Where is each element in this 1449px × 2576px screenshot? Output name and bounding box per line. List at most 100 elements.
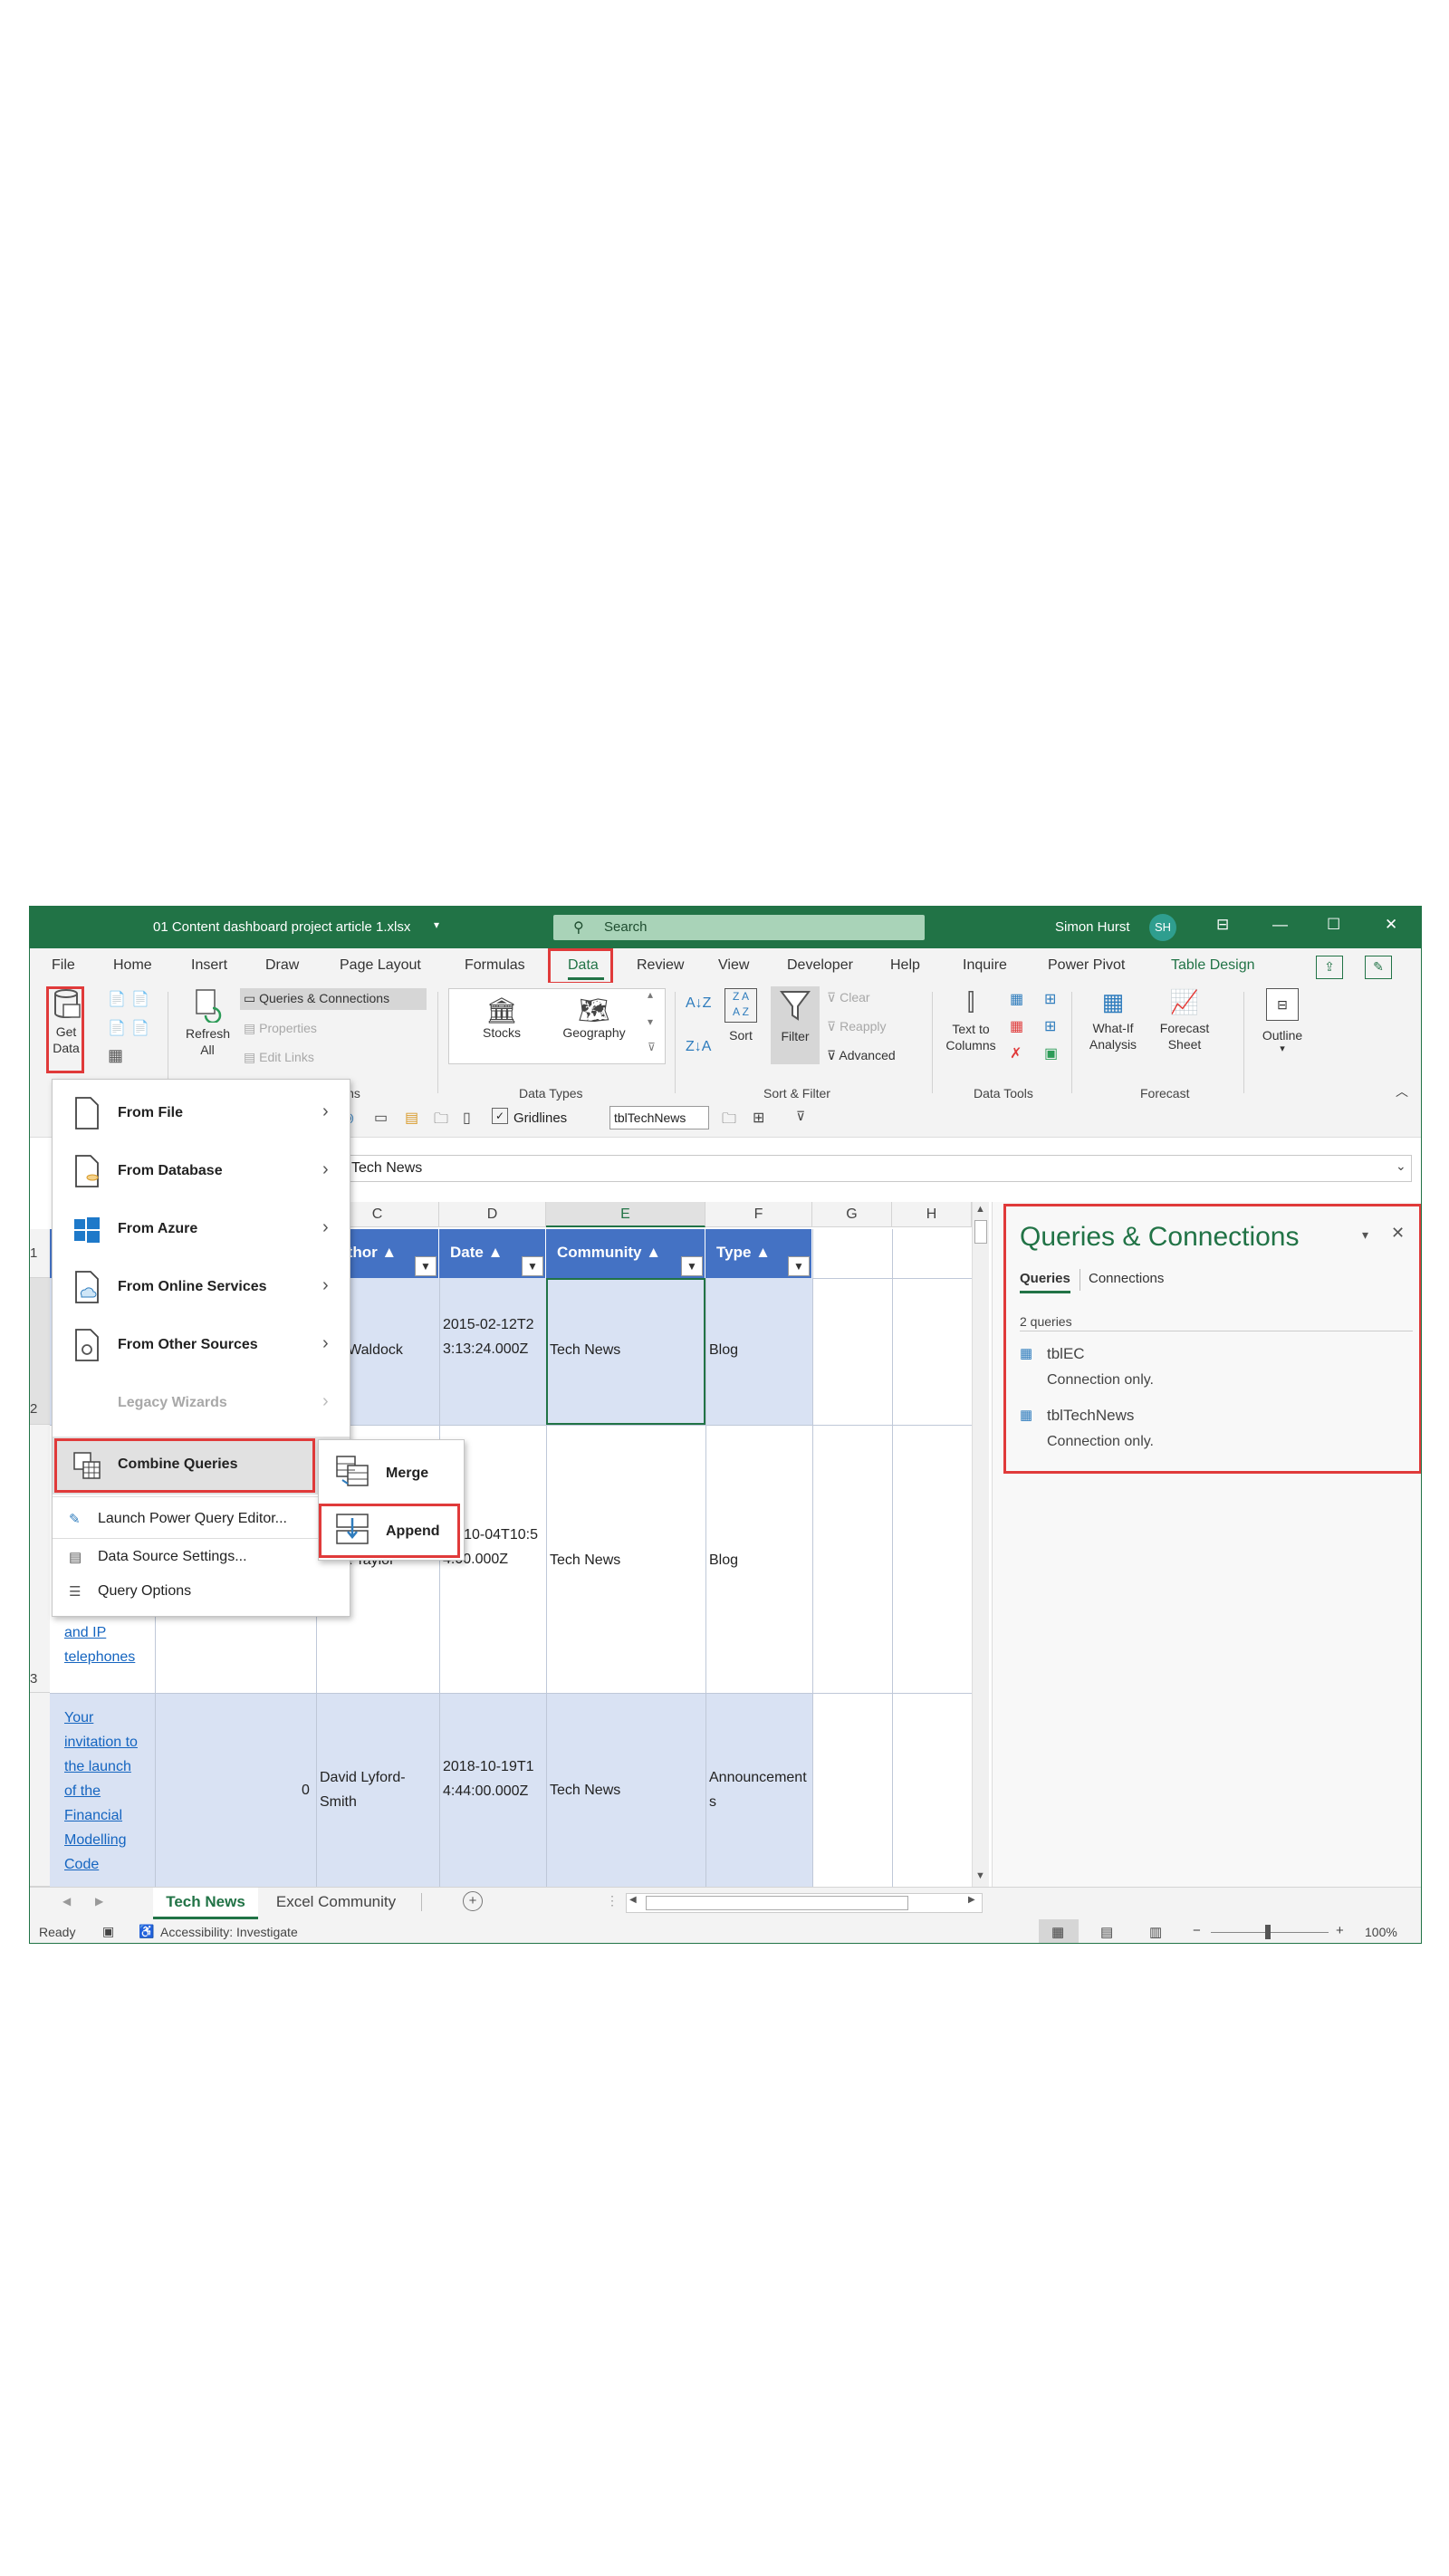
- tab-page-layout[interactable]: Page Layout: [340, 957, 421, 974]
- cell-title-link[interactable]: Your: [64, 1706, 164, 1730]
- col-header-d[interactable]: D: [439, 1202, 546, 1227]
- scroll-right-icon[interactable]: ▶: [968, 1895, 975, 1905]
- menu-combine-queries[interactable]: Combine Queries›: [53, 1437, 350, 1495]
- col-header-h[interactable]: H: [892, 1202, 972, 1227]
- cell-title-link[interactable]: invitation to: [64, 1730, 164, 1754]
- tab-formulas[interactable]: Formulas: [465, 957, 525, 974]
- tab-insert[interactable]: Insert: [191, 957, 227, 974]
- menu-data-source-settings[interactable]: ▤ Data Source Settings...: [53, 1540, 350, 1574]
- toolbar-icon-3[interactable]: ▭: [374, 1109, 388, 1127]
- pane-close-icon[interactable]: ✕: [1391, 1224, 1405, 1243]
- gridlines-checkbox[interactable]: ✓: [492, 1108, 508, 1124]
- pane-tab-queries[interactable]: Queries: [1020, 1271, 1070, 1286]
- sort-az-icon[interactable]: A↓Z: [686, 995, 711, 1012]
- zoom-in-icon[interactable]: +: [1336, 1923, 1344, 1938]
- accessibility-status[interactable]: Accessibility: Investigate: [160, 1925, 298, 1939]
- zoom-slider-thumb[interactable]: [1265, 1925, 1271, 1939]
- toolbar-icon-6[interactable]: ⊞: [753, 1109, 764, 1127]
- search-box[interactable]: ⚲ Search: [553, 915, 925, 940]
- scroll-down-icon[interactable]: ▼: [975, 1870, 985, 1881]
- from-table-icon[interactable]: 📄: [108, 1019, 126, 1037]
- prev-sheet-icon[interactable]: ◀: [62, 1895, 71, 1908]
- text-to-columns-button[interactable]: ⫿ Text to Columns: [939, 988, 1003, 1053]
- geography-button[interactable]: 🗺 Geography: [553, 995, 635, 1040]
- gallery-scroll-up-icon[interactable]: ▴: [648, 988, 653, 1001]
- refresh-all-button[interactable]: Refresh All: [180, 988, 235, 1058]
- row-header-1[interactable]: 1: [30, 1229, 50, 1278]
- formula-input[interactable]: Tech News: [338, 1155, 1412, 1182]
- relationships-icon[interactable]: ⊞: [1044, 1017, 1056, 1035]
- col-header-f[interactable]: F: [705, 1202, 812, 1227]
- menu-from-azure[interactable]: From Azure ›: [53, 1201, 350, 1259]
- ribbon-display-icon[interactable]: ⊟: [1216, 916, 1229, 934]
- tab-inquire[interactable]: Inquire: [963, 957, 1007, 974]
- document-icon[interactable]: ▯: [463, 1109, 471, 1127]
- filter-button[interactable]: Filter: [771, 988, 820, 1043]
- header-date[interactable]: Date ▲ ▼: [439, 1229, 546, 1278]
- minimize-icon[interactable]: —: [1272, 916, 1288, 934]
- macro-recording-icon[interactable]: ▣: [102, 1924, 114, 1939]
- menu-from-database[interactable]: From Database ›: [53, 1143, 350, 1201]
- sort-za-icon[interactable]: Z↓A: [686, 1039, 711, 1055]
- scroll-left-icon[interactable]: ◀: [629, 1895, 637, 1905]
- query-item[interactable]: ▦ tblTechNews Connection only.: [1020, 1405, 1400, 1459]
- tab-split-handle-icon[interactable]: ⋮: [606, 1893, 619, 1908]
- header-type[interactable]: Type ▲ ▼: [705, 1229, 812, 1278]
- file-name-dropdown-icon[interactable]: ▾: [434, 918, 439, 931]
- sort-button[interactable]: Z AA Z Sort: [718, 988, 763, 1043]
- col-header-g[interactable]: G: [812, 1202, 892, 1227]
- filter-dropdown-icon[interactable]: ▼: [681, 1256, 703, 1276]
- submenu-append[interactable]: Append: [319, 1502, 464, 1560]
- tab-view[interactable]: View: [718, 957, 749, 974]
- table-name-field[interactable]: tblTechNews: [609, 1106, 709, 1129]
- tab-file[interactable]: File: [52, 957, 75, 974]
- filter-dropdown-icon[interactable]: ▼: [415, 1256, 437, 1276]
- from-text-icon[interactable]: 📄: [108, 990, 126, 1008]
- cell-type[interactable]: Blog: [709, 1548, 738, 1572]
- what-if-button[interactable]: ▦ What-If Analysis: [1079, 988, 1147, 1053]
- menu-from-online-services[interactable]: From Online Services ›: [53, 1259, 350, 1317]
- cell-community[interactable]: Tech News: [550, 1778, 620, 1802]
- gallery-more-icon[interactable]: ⊽: [648, 1041, 656, 1053]
- pane-tab-connections[interactable]: Connections: [1089, 1271, 1164, 1286]
- existing-connections-icon[interactable]: ▦: [108, 1046, 123, 1065]
- data-validation-icon[interactable]: ✗: [1010, 1044, 1022, 1062]
- menu-from-file[interactable]: From File ›: [53, 1085, 350, 1143]
- cell-number[interactable]: 0: [302, 1778, 310, 1802]
- consolidate-icon[interactable]: ⊞: [1044, 990, 1056, 1008]
- scroll-up-icon[interactable]: ▲: [975, 1204, 985, 1215]
- horizontal-scroll-thumb[interactable]: [646, 1896, 908, 1910]
- from-web-icon[interactable]: 📄: [131, 990, 149, 1008]
- get-data-button[interactable]: Get Data: [43, 988, 90, 1072]
- edit-links-button[interactable]: ▤ Edit Links: [244, 1050, 314, 1065]
- cell-community[interactable]: Tech News: [550, 1548, 620, 1572]
- forecast-sheet-button[interactable]: 📈 Forecast Sheet: [1153, 988, 1216, 1053]
- zoom-level[interactable]: 100%: [1365, 1925, 1397, 1939]
- tab-draw[interactable]: Draw: [265, 957, 299, 974]
- toolbar-more-icon[interactable]: ⊽: [796, 1109, 805, 1124]
- gallery-scroll-down-icon[interactable]: ▾: [648, 1015, 653, 1028]
- cell-title-link-block[interactable]: Your invitation to the launch of the Fin…: [64, 1706, 164, 1877]
- normal-view-icon[interactable]: ▦: [1051, 1924, 1064, 1940]
- next-sheet-icon[interactable]: ▶: [95, 1895, 103, 1908]
- data-model-icon[interactable]: ▣: [1044, 1044, 1058, 1062]
- cell-date[interactable]: 2015-02-12T23:13:24.000Z: [443, 1312, 544, 1361]
- toolbar-icon-5[interactable]: 🗀: [722, 1109, 736, 1133]
- tab-home[interactable]: Home: [113, 957, 152, 974]
- expand-formula-bar-icon[interactable]: ⌄: [1396, 1158, 1406, 1174]
- toolbar-icon-4[interactable]: ▤: [405, 1109, 418, 1127]
- comments-icon[interactable]: ✎: [1365, 956, 1392, 979]
- filter-dropdown-icon[interactable]: ▼: [522, 1256, 543, 1276]
- open-folder-icon[interactable]: 🗀: [434, 1109, 448, 1133]
- cell-date[interactable]: 2018-10-19T14:44:00.000Z: [443, 1754, 544, 1803]
- share-icon[interactable]: ⇪: [1316, 956, 1343, 979]
- tab-table-design[interactable]: Table Design: [1171, 957, 1255, 974]
- cell-author[interactable]: David Lyford-Smith: [320, 1765, 434, 1814]
- advanced-button[interactable]: ⊽ Advanced: [827, 1048, 896, 1063]
- menu-legacy-wizards[interactable]: Legacy Wizards ›: [53, 1375, 350, 1433]
- cell-title-link[interactable]: and IP: [64, 1620, 106, 1645]
- recent-sources-icon[interactable]: 📄: [131, 1019, 149, 1037]
- row-header-2[interactable]: 2: [30, 1278, 50, 1425]
- filter-dropdown-icon[interactable]: ▼: [788, 1256, 810, 1276]
- page-break-view-icon[interactable]: ▥: [1149, 1924, 1162, 1940]
